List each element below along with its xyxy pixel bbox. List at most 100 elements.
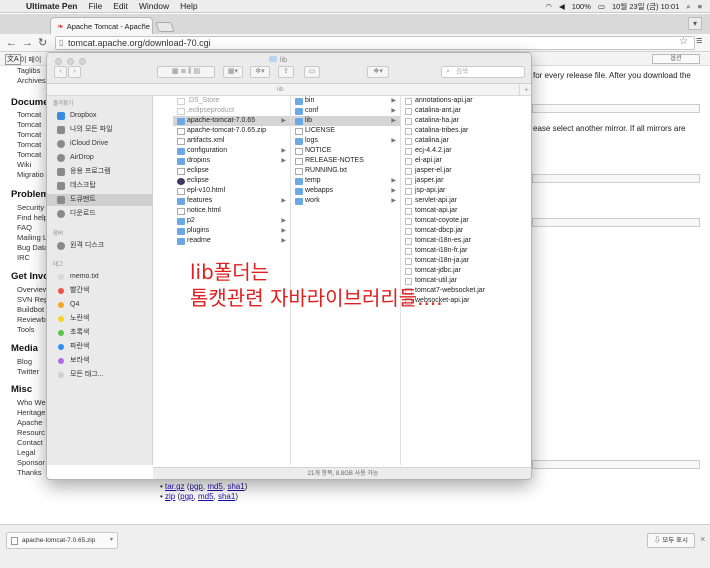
profile-icon[interactable]: ▾ xyxy=(688,17,702,30)
sidebar-tag[interactable]: 파란색 xyxy=(47,341,153,353)
menu-help[interactable]: Help xyxy=(180,1,197,11)
battery-icon[interactable]: ▭ xyxy=(598,2,605,11)
battery-percent[interactable]: 100% xyxy=(572,2,591,11)
file-row[interactable]: epl-v10.html xyxy=(173,186,290,196)
jar-file-row[interactable]: tomcat-i18n-es.jar xyxy=(401,236,531,246)
jar-file-row[interactable]: catalina.jar xyxy=(401,136,531,146)
nav-taglibs[interactable]: Taglibs xyxy=(17,66,40,76)
nav-doc-item[interactable]: Tomcat xyxy=(17,130,41,140)
file-row[interactable]: .eclipseproduct xyxy=(173,106,290,116)
sidebar-item-airdrop[interactable]: AirDrop xyxy=(47,152,153,164)
sidebar-item-all-files[interactable]: 나의 모든 파일 xyxy=(47,124,153,136)
sidebar-tag[interactable]: 노란색 xyxy=(47,313,153,325)
nav-security[interactable]: Security xyxy=(17,203,44,213)
md5-link[interactable]: md5 xyxy=(198,492,214,501)
nav-doc-item[interactable]: Tomcat xyxy=(17,110,41,120)
zoom-window-button[interactable] xyxy=(79,58,86,65)
folder-row[interactable]: readme ▶ xyxy=(173,236,290,246)
nav-tools[interactable]: Tools xyxy=(17,325,35,335)
add-tab-icon[interactable]: + xyxy=(519,84,531,95)
sha1-link[interactable]: sha1 xyxy=(218,492,235,501)
close-shelf-icon[interactable]: × xyxy=(700,534,705,544)
tags-button[interactable]: ▭ xyxy=(304,66,320,78)
file-row[interactable]: apache-tomcat-7.0.65.zip xyxy=(173,126,290,136)
jar-file-row[interactable]: jasper.jar xyxy=(401,176,531,186)
menu-edit[interactable]: Edit xyxy=(113,1,128,11)
nav-reviewboard[interactable]: Reviewb xyxy=(17,315,46,325)
nav-overview[interactable]: Overview xyxy=(17,285,48,295)
nav-who-we-are[interactable]: Who We xyxy=(17,398,46,408)
bookmark-star-icon[interactable]: ☆ xyxy=(679,36,688,47)
action-gear-button[interactable]: ✻▾ xyxy=(250,66,270,78)
nav-doc-item[interactable]: Tomcat xyxy=(17,140,41,150)
notification-center-icon[interactable]: ≡ xyxy=(698,2,702,11)
forward-button[interactable]: › xyxy=(68,66,81,78)
nav-contact[interactable]: Contact xyxy=(17,438,43,448)
sha1-link[interactable]: sha1 xyxy=(227,482,244,491)
sidebar-item-documents[interactable]: 도큐멘트 xyxy=(47,194,153,206)
nav-faq[interactable]: FAQ xyxy=(17,223,32,233)
nav-archives[interactable]: Archives xyxy=(17,76,46,86)
sidebar-item-downloads[interactable]: 다운로드 xyxy=(47,208,153,220)
sidebar-item-icloud[interactable]: iCloud Drive xyxy=(47,138,153,150)
md5-link[interactable]: md5 xyxy=(207,482,223,491)
folder-row[interactable]: dropins ▶ xyxy=(173,156,290,166)
minimize-window-button[interactable] xyxy=(67,58,74,65)
jar-file-row[interactable]: annotations-api.jar xyxy=(401,96,531,106)
sidebar-tag[interactable]: Q4 xyxy=(47,299,153,311)
nav-find-help[interactable]: Find help xyxy=(17,213,48,223)
sidebar-tag[interactable]: 모든 태그... xyxy=(47,369,153,381)
close-tab-icon[interactable]: × xyxy=(141,21,146,30)
sidebar-tag[interactable]: 빨간색 xyxy=(47,285,153,297)
file-row[interactable]: LICENSE xyxy=(291,126,400,136)
nav-sponsorship[interactable]: Sponsor xyxy=(17,458,45,468)
file-row[interactable]: RUNNING.txt xyxy=(291,166,400,176)
nav-heritage[interactable]: Heritage xyxy=(17,408,45,418)
nav-twitter[interactable]: Twitter xyxy=(17,367,39,377)
address-bar[interactable]: ▯ tomcat.apache.org/download-70.cgi xyxy=(55,36,695,50)
back-icon[interactable]: ← xyxy=(6,36,17,50)
nav-doc-item[interactable]: Tomcat xyxy=(17,150,41,160)
jar-file-row[interactable]: el-api.jar xyxy=(401,156,531,166)
jar-file-row[interactable]: tomcat-dbcp.jar xyxy=(401,226,531,236)
jar-file-row[interactable]: jsp-api.jar xyxy=(401,186,531,196)
file-row[interactable]: NOTICE xyxy=(291,146,400,156)
share-button[interactable]: ⇪ xyxy=(278,66,294,78)
arrange-button[interactable]: ▦▾ xyxy=(223,66,243,78)
nav-svn[interactable]: SVN Rep xyxy=(17,295,48,305)
sidebar-item-desktop[interactable]: 데스크탑 xyxy=(47,180,153,192)
sidebar-tag[interactable]: 보라색 xyxy=(47,355,153,367)
nav-bug-database[interactable]: Bug Data xyxy=(17,243,48,253)
jar-file-row[interactable]: jasper-el.jar xyxy=(401,166,531,176)
nav-thanks[interactable]: Thanks xyxy=(17,468,42,478)
download-item[interactable]: apache-tomcat-7.0.65.zip ▾ xyxy=(6,532,118,549)
folder-row[interactable]: temp ▶ xyxy=(291,176,400,186)
translate-options-button[interactable]: 옵션 xyxy=(652,54,700,64)
file-row[interactable]: notice.html xyxy=(173,206,290,216)
nav-buildbot[interactable]: Buildbot xyxy=(17,305,44,315)
nav-resources[interactable]: Resourc xyxy=(17,428,45,438)
wifi-icon[interactable]: ◠ xyxy=(545,2,552,11)
file-row[interactable]: eclipse xyxy=(173,176,290,186)
volume-icon[interactable]: ◀ xyxy=(559,2,565,11)
folder-row[interactable]: features ▶ xyxy=(173,196,290,206)
browser-tab[interactable]: ❧ Apache Tomcat - Apache × xyxy=(50,17,153,34)
sidebar-item-remote-disc[interactable]: 원격 디스크 xyxy=(47,240,153,252)
nav-mailing-lists[interactable]: Mailing L xyxy=(17,233,47,243)
pgp-link[interactable]: pgp xyxy=(190,482,203,491)
sidebar-tag[interactable]: 초록색 xyxy=(47,327,153,339)
close-window-button[interactable] xyxy=(55,58,62,65)
nav-legal[interactable]: Legal xyxy=(17,448,35,458)
file-row[interactable]: .DS_Store xyxy=(173,96,290,106)
back-button[interactable]: ‹ xyxy=(54,66,67,78)
chrome-menu-icon[interactable]: ≡ xyxy=(696,35,702,47)
menu-window[interactable]: Window xyxy=(139,1,169,11)
sidebar-item-dropbox[interactable]: Dropbox xyxy=(47,110,153,122)
folder-row[interactable]: work ▶ xyxy=(291,196,400,206)
finder-search-field[interactable]: ⌕ 검색 xyxy=(441,66,525,78)
pgp-link[interactable]: pgp xyxy=(180,492,193,501)
jar-file-row[interactable]: servlet-api.jar xyxy=(401,196,531,206)
folder-row[interactable]: lib ▶ xyxy=(291,116,400,126)
folder-row[interactable]: configuration ▶ xyxy=(173,146,290,156)
jar-file-row[interactable]: catalina-ha.jar xyxy=(401,116,531,126)
